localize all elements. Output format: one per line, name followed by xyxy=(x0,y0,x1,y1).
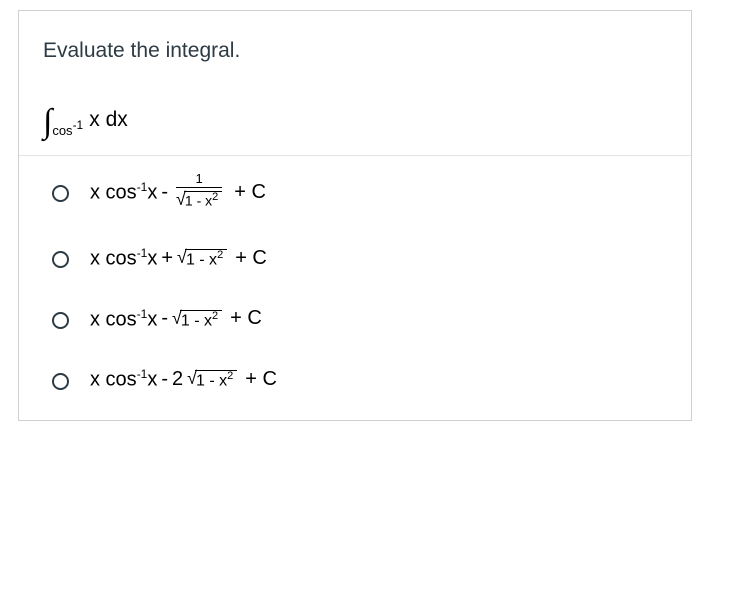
prefix: x cos xyxy=(90,369,137,391)
option-4-expression: x cos-1x - 2 √ 1 - x2 + C xyxy=(90,367,277,392)
radicand-base: 1 - x xyxy=(196,373,227,390)
integrand-tail: x dx xyxy=(89,108,128,132)
exp: -1 xyxy=(137,367,148,381)
answer-option-3[interactable]: x cos-1x - √ 1 - x2 + C xyxy=(19,289,691,350)
exp: -1 xyxy=(137,246,148,260)
operator: - xyxy=(161,368,168,391)
radicand: 1 - x2 xyxy=(185,249,227,268)
answer-option-4[interactable]: x cos-1x - 2 √ 1 - x2 + C xyxy=(19,349,691,410)
radio-option-4[interactable] xyxy=(52,373,69,390)
plus-c: + C xyxy=(245,368,277,391)
radio-option-1[interactable] xyxy=(52,185,69,202)
integral-subscript: cos-1 xyxy=(52,123,83,138)
option-1-expression: x cos-1x - 1 √ 1 - x2 + C xyxy=(90,174,266,210)
radicand: 1 - x2 xyxy=(180,310,222,329)
coef: 2 xyxy=(172,368,183,391)
question-container: Evaluate the integral. ∫ cos-1 x dx x co… xyxy=(18,10,692,421)
radicand: 1 - x2 xyxy=(184,191,222,208)
radicand-base: 1 - x xyxy=(185,193,212,209)
sqrt: √ 1 - x2 xyxy=(177,248,227,268)
prefix: x cos xyxy=(90,308,137,330)
prefix: x cos xyxy=(90,248,137,270)
plus-c: + C xyxy=(234,181,266,204)
xcos-term: x cos-1x xyxy=(90,180,157,205)
xcos-term: x cos-1x xyxy=(90,367,157,392)
radicand: 1 - x2 xyxy=(195,370,237,389)
radicand-exp: 2 xyxy=(227,370,233,382)
radical-icon: √ xyxy=(177,248,187,266)
sqrt: √ 1 - x2 xyxy=(176,190,222,208)
exp: -1 xyxy=(137,307,148,321)
after-prefix: x xyxy=(147,308,157,330)
radicand-exp: 2 xyxy=(212,191,218,203)
prefix: x cos xyxy=(90,181,137,203)
option-2-expression: x cos-1x + √ 1 - x2 + C xyxy=(90,246,267,271)
integral-symbol: ∫ xyxy=(43,105,52,139)
fraction: 1 √ 1 - x2 xyxy=(176,172,222,208)
radicand-base: 1 - x xyxy=(181,312,212,329)
after-prefix: x xyxy=(147,248,157,270)
answer-option-1[interactable]: x cos-1x - 1 √ 1 - x2 + C xyxy=(19,156,691,228)
exp: -1 xyxy=(137,180,148,194)
radio-option-2[interactable] xyxy=(52,251,69,268)
prompt-area: Evaluate the integral. ∫ cos-1 x dx xyxy=(19,11,691,155)
radio-option-3[interactable] xyxy=(52,312,69,329)
radical-icon: √ xyxy=(172,309,182,327)
plus-c: + C xyxy=(235,247,267,270)
cos-exp: -1 xyxy=(73,118,84,132)
after-prefix: x xyxy=(147,181,157,203)
integral-expression: ∫ cos-1 x dx xyxy=(43,103,667,137)
radical-icon: √ xyxy=(187,369,197,387)
answer-option-2[interactable]: x cos-1x + √ 1 - x2 + C xyxy=(19,228,691,289)
radicand-base: 1 - x xyxy=(186,251,217,268)
question-prompt: Evaluate the integral. xyxy=(43,39,667,63)
operator: + xyxy=(161,247,173,270)
sqrt: √ 1 - x2 xyxy=(172,309,222,329)
option-3-expression: x cos-1x - √ 1 - x2 + C xyxy=(90,307,262,332)
denominator: √ 1 - x2 xyxy=(176,187,222,208)
after-prefix: x xyxy=(147,369,157,391)
sqrt: √ 1 - x2 xyxy=(187,369,237,389)
operator: - xyxy=(161,307,168,330)
radical-icon: √ xyxy=(176,190,186,208)
radicand-exp: 2 xyxy=(217,249,223,261)
cos-text: cos xyxy=(52,123,72,138)
operator: - xyxy=(161,181,168,204)
numerator: 1 xyxy=(196,172,203,187)
plus-c: + C xyxy=(230,307,262,330)
radicand-exp: 2 xyxy=(212,310,218,322)
xcos-term: x cos-1x xyxy=(90,307,157,332)
xcos-term: x cos-1x xyxy=(90,246,157,271)
